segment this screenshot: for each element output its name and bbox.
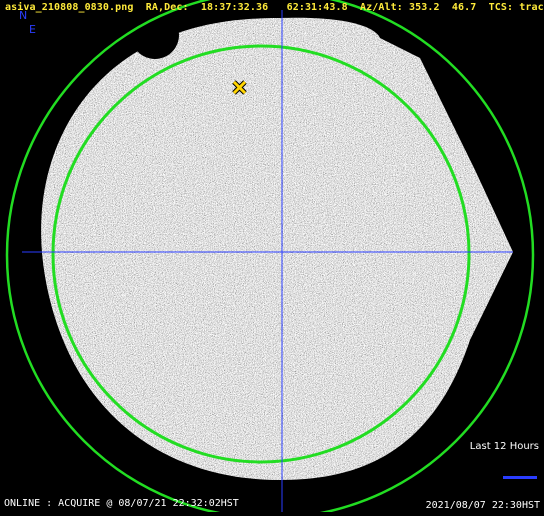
direction-north-label: N — [19, 9, 28, 22]
header-tcs-label: TCS: — [488, 2, 514, 13]
header-tcs-state: track — [519, 2, 544, 13]
header-line: asiva_210808_0830.png RA,Dec: 18:37:32.3… — [5, 2, 544, 14]
status-online: ONLINE : ACQUIRE @ 08/07/21 22:32:02HST — [4, 498, 239, 509]
legend-label: Last 12 Hours — [469, 441, 539, 452]
header-alt: 46.7 — [451, 2, 477, 13]
header-radec-label: RA,Dec: — [145, 2, 189, 13]
allsky-viewer — [0, 0, 544, 516]
direction-east-label: E — [29, 23, 36, 36]
status-timestamp: 2021/08/07 22:30HST — [425, 500, 540, 511]
header-dec: 62:31:43.8 — [286, 2, 348, 13]
legend-bar — [503, 476, 537, 479]
header-ra: 18:37:32.36 — [200, 2, 269, 13]
header-azalt-label: Az/Alt: — [360, 2, 403, 13]
header-az: 353.2 — [409, 2, 440, 13]
allsky-canvas — [0, 0, 544, 516]
